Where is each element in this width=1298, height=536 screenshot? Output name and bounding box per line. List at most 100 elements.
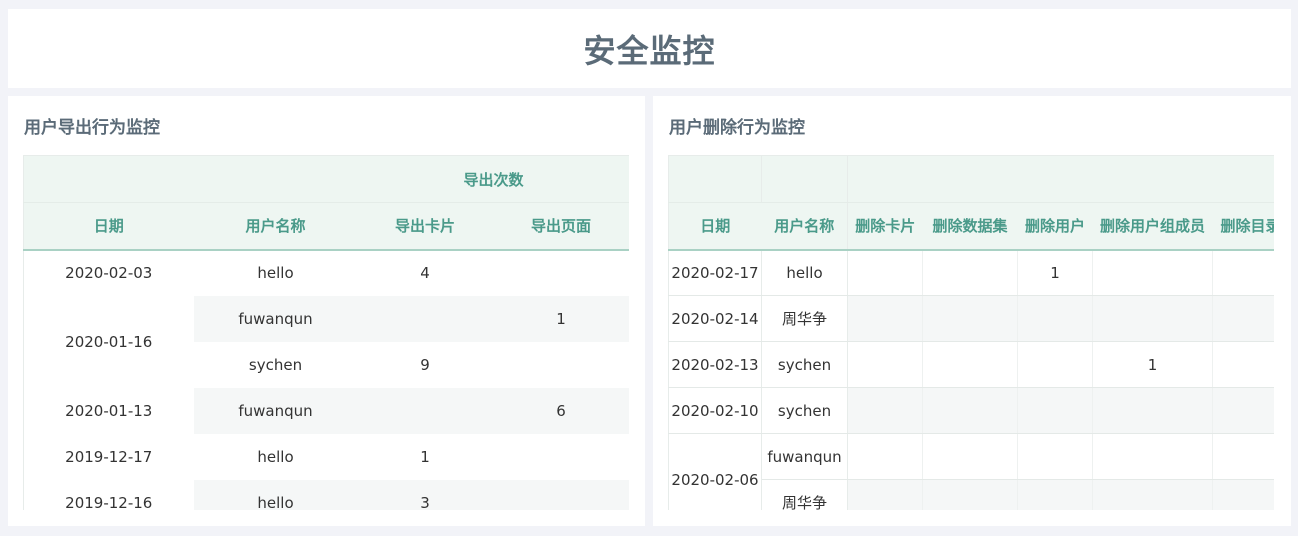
cell-delete-cards	[847, 387, 923, 434]
table-row: 2020-02-13 sychen 1	[668, 341, 1274, 388]
table-row: 2019-12-16 hello 3	[24, 479, 629, 511]
cell-delete-datasets	[922, 341, 1018, 388]
cell-export-cards: 4	[420, 264, 430, 282]
cell-delete-cards	[847, 479, 923, 510]
cell-delete-group-members	[1092, 479, 1213, 510]
column-header-date[interactable]: 日期	[668, 202, 762, 251]
cell-date: 2019-12-17	[65, 447, 153, 466]
cell-delete-datasets	[922, 295, 1018, 342]
cell-delete-group-members	[1092, 249, 1213, 296]
table-row: 2020-01-16 fuwanqun 1	[24, 295, 629, 351]
cell-user: fuwanqun	[193, 387, 358, 434]
column-header-delete-datasets[interactable]: 删除数据集	[922, 202, 1018, 251]
export-monitor-panel: 用户导出行为监控 导出次数 日期 用户名称 导出卡片 导出页面 2020-02-…	[8, 96, 645, 526]
table-row: 2019-12-17 hello 1	[24, 434, 630, 480]
cell-user: sychen	[248, 355, 303, 374]
cell-delete-group-members	[1092, 295, 1213, 342]
cell-date: 2019-12-16	[65, 493, 153, 511]
cell-user: hello	[257, 264, 294, 282]
cell-export-cards: 3	[357, 479, 493, 510]
cell-export-pages	[492, 479, 629, 510]
column-header-user[interactable]: 用户名称	[761, 202, 848, 251]
cell-date: 2020-02-14	[668, 295, 762, 342]
cell-delete-directories	[1212, 479, 1274, 510]
cell-user: 周华争	[761, 295, 848, 342]
table-row: 2020-02-10 sychen	[668, 387, 1274, 434]
cell-delete-cards	[847, 295, 923, 342]
export-group-header: 导出次数	[357, 155, 629, 203]
cell-export-pages	[493, 342, 630, 388]
column-header-delete-directories[interactable]: 删除目录	[1212, 202, 1274, 251]
cell-export-pages	[493, 434, 630, 480]
cell-user: hello	[761, 249, 848, 296]
cell-delete-users	[1017, 295, 1093, 342]
delete-group-header	[847, 155, 1274, 203]
cell-delete-directories	[1212, 433, 1274, 480]
page-title: 安全监控	[583, 31, 716, 70]
column-header-delete-group-members[interactable]: 删除用户组成员	[1092, 202, 1213, 251]
export-table-container[interactable]: 导出次数 日期 用户名称 导出卡片 导出页面 2020-02-03 hello …	[23, 155, 629, 510]
column-header-user[interactable]: 用户名称	[193, 202, 358, 251]
column-header-export-cards[interactable]: 导出卡片	[357, 202, 493, 251]
cell-delete-group-members	[1092, 387, 1213, 434]
cell-user: sychen	[761, 387, 848, 434]
cell-export-cards: 1	[420, 447, 430, 466]
table-row: 2020-02-03 hello 4	[24, 250, 630, 296]
cell-date: 2020-02-10	[668, 387, 762, 434]
table-row: 2020-01-13 fuwanqun 6	[24, 387, 629, 434]
delete-panel-title: 用户删除行为监控	[669, 118, 805, 138]
cell-delete-directories	[1212, 295, 1274, 342]
cell-delete-users	[1017, 433, 1093, 480]
cell-user: hello	[193, 479, 358, 510]
cell-delete-users	[1017, 387, 1093, 434]
cell-export-cards	[357, 387, 493, 434]
table-row: 2020-02-17 hello 1	[668, 249, 1274, 296]
cell-date: 2020-01-16	[65, 332, 153, 351]
cell-date: 2020-02-17	[668, 249, 762, 296]
delete-table-container[interactable]: 日期 用户名称 删除卡片 删除数据集 删除用户 删除用户组成员 删除目录 202…	[668, 155, 1274, 510]
cell-delete-datasets	[922, 433, 1018, 480]
delete-header-empty	[668, 155, 762, 203]
delete-table: 日期 用户名称 删除卡片 删除数据集 删除用户 删除用户组成员 删除目录 202…	[668, 155, 1274, 510]
cell-user: sychen	[761, 341, 848, 388]
cell-export-cards: 9	[420, 355, 430, 374]
cell-date: 2020-02-03	[65, 264, 153, 282]
cell-date: 2020-02-13	[668, 341, 762, 388]
column-header-date[interactable]: 日期	[23, 202, 194, 251]
cell-user: fuwanqun	[193, 295, 358, 342]
table-row: 2020-02-06 fuwanqun	[668, 433, 1274, 510]
cell-delete-cards	[847, 249, 923, 296]
cell-delete-users	[1017, 341, 1093, 388]
cell-export-pages	[493, 250, 630, 296]
column-header-delete-users[interactable]: 删除用户	[1017, 202, 1093, 251]
export-header-empty	[193, 155, 358, 203]
cell-delete-group-members: 1	[1092, 341, 1213, 388]
header-card: 安全监控	[8, 9, 1291, 88]
column-header-export-pages[interactable]: 导出页面	[492, 202, 629, 251]
cell-delete-users: 1	[1017, 249, 1093, 296]
cell-user: hello	[257, 447, 294, 466]
cell-delete-group-members	[1092, 433, 1213, 480]
export-table: 导出次数 日期 用户名称 导出卡片 导出页面 2020-02-03 hello …	[23, 155, 629, 510]
cell-delete-cards	[847, 433, 923, 480]
cell-delete-datasets	[922, 479, 1018, 510]
table-row: 2020-02-14 周华争	[668, 295, 1274, 342]
cell-export-cards	[357, 295, 493, 342]
cell-user: 周华争	[761, 479, 848, 510]
delete-header-empty	[761, 155, 848, 203]
cell-export-pages: 6	[492, 387, 629, 434]
cell-date: 2020-01-13	[65, 401, 153, 420]
delete-monitor-panel: 用户删除行为监控 日期 用户名称 删除卡片 删除数据集 删除用户 删除用户组成员	[653, 96, 1291, 526]
cell-delete-datasets	[922, 249, 1018, 296]
cell-delete-directories	[1212, 341, 1274, 388]
cell-delete-directories	[1212, 387, 1274, 434]
cell-user: fuwanqun	[761, 433, 848, 480]
cell-date: 2020-02-06	[668, 433, 762, 510]
cell-delete-users	[1017, 479, 1093, 510]
column-header-delete-cards[interactable]: 删除卡片	[847, 202, 923, 251]
cell-delete-datasets	[922, 387, 1018, 434]
export-panel-title: 用户导出行为监控	[24, 118, 160, 138]
export-header-empty	[23, 155, 194, 203]
cell-delete-directories	[1212, 249, 1274, 296]
cell-export-pages: 1	[492, 295, 629, 342]
